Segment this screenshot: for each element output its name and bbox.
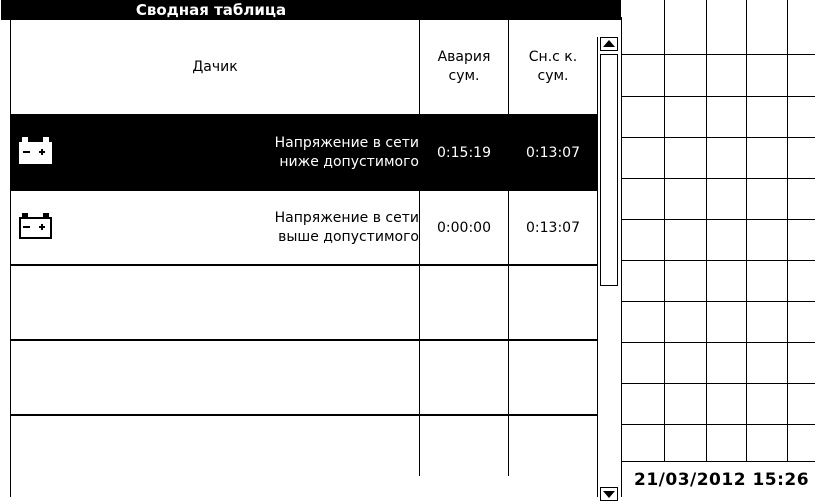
table-row[interactable]	[11, 341, 597, 416]
header-snsk-sum-label: Сн.с к. сум.	[528, 49, 578, 84]
panel-title: Сводная таблица	[135, 1, 287, 19]
summary-table: Дачик Авария сум. Сн.с к. сум. Напряжени…	[11, 20, 597, 476]
summary-table-panel: Сводная таблица Дачик Авария сум. Сн.с к…	[1, 0, 622, 501]
table-row[interactable]: Напряжение в сети выше допустимого 0:00:…	[11, 191, 597, 266]
battery-icon	[19, 213, 52, 239]
datetime-display: 21/03/2012 15:26	[634, 470, 810, 490]
background-grid	[620, 0, 815, 462]
table-row[interactable]	[11, 416, 597, 476]
header-sensor[interactable]: Дачик	[11, 20, 420, 114]
sensor-name: Напряжение в сети ниже допустимого	[274, 134, 419, 170]
header-alarm-sum[interactable]: Авария сум.	[420, 20, 509, 114]
alarm-sum-value: 0:00:00	[437, 219, 491, 236]
sensor-name: Напряжение в сети выше допустимого	[274, 209, 419, 245]
snsk-sum-value: 0:13:07	[526, 144, 580, 161]
header-sensor-label: Дачик	[192, 59, 238, 75]
header-snsk-sum[interactable]: Сн.с к. сум.	[509, 20, 597, 114]
header-alarm-sum-label: Авария сум.	[437, 49, 491, 84]
panel-title-bar: Сводная таблица	[1, 0, 621, 20]
table-header-row: Дачик Авария сум. Сн.с к. сум.	[11, 20, 597, 116]
alarm-sum-value: 0:15:19	[437, 144, 491, 161]
scroll-down-button[interactable]	[600, 487, 618, 501]
snsk-sum-value: 0:13:07	[526, 219, 580, 236]
vertical-scrollbar[interactable]	[597, 37, 620, 501]
scroll-up-button[interactable]	[600, 37, 618, 51]
scrollbar-thumb[interactable]	[600, 54, 618, 286]
arrow-up-icon	[603, 40, 615, 47]
battery-icon	[19, 137, 52, 164]
table-row[interactable]: Напряжение в сети ниже допустимого 0:15:…	[11, 116, 597, 191]
table-row[interactable]	[11, 266, 597, 341]
